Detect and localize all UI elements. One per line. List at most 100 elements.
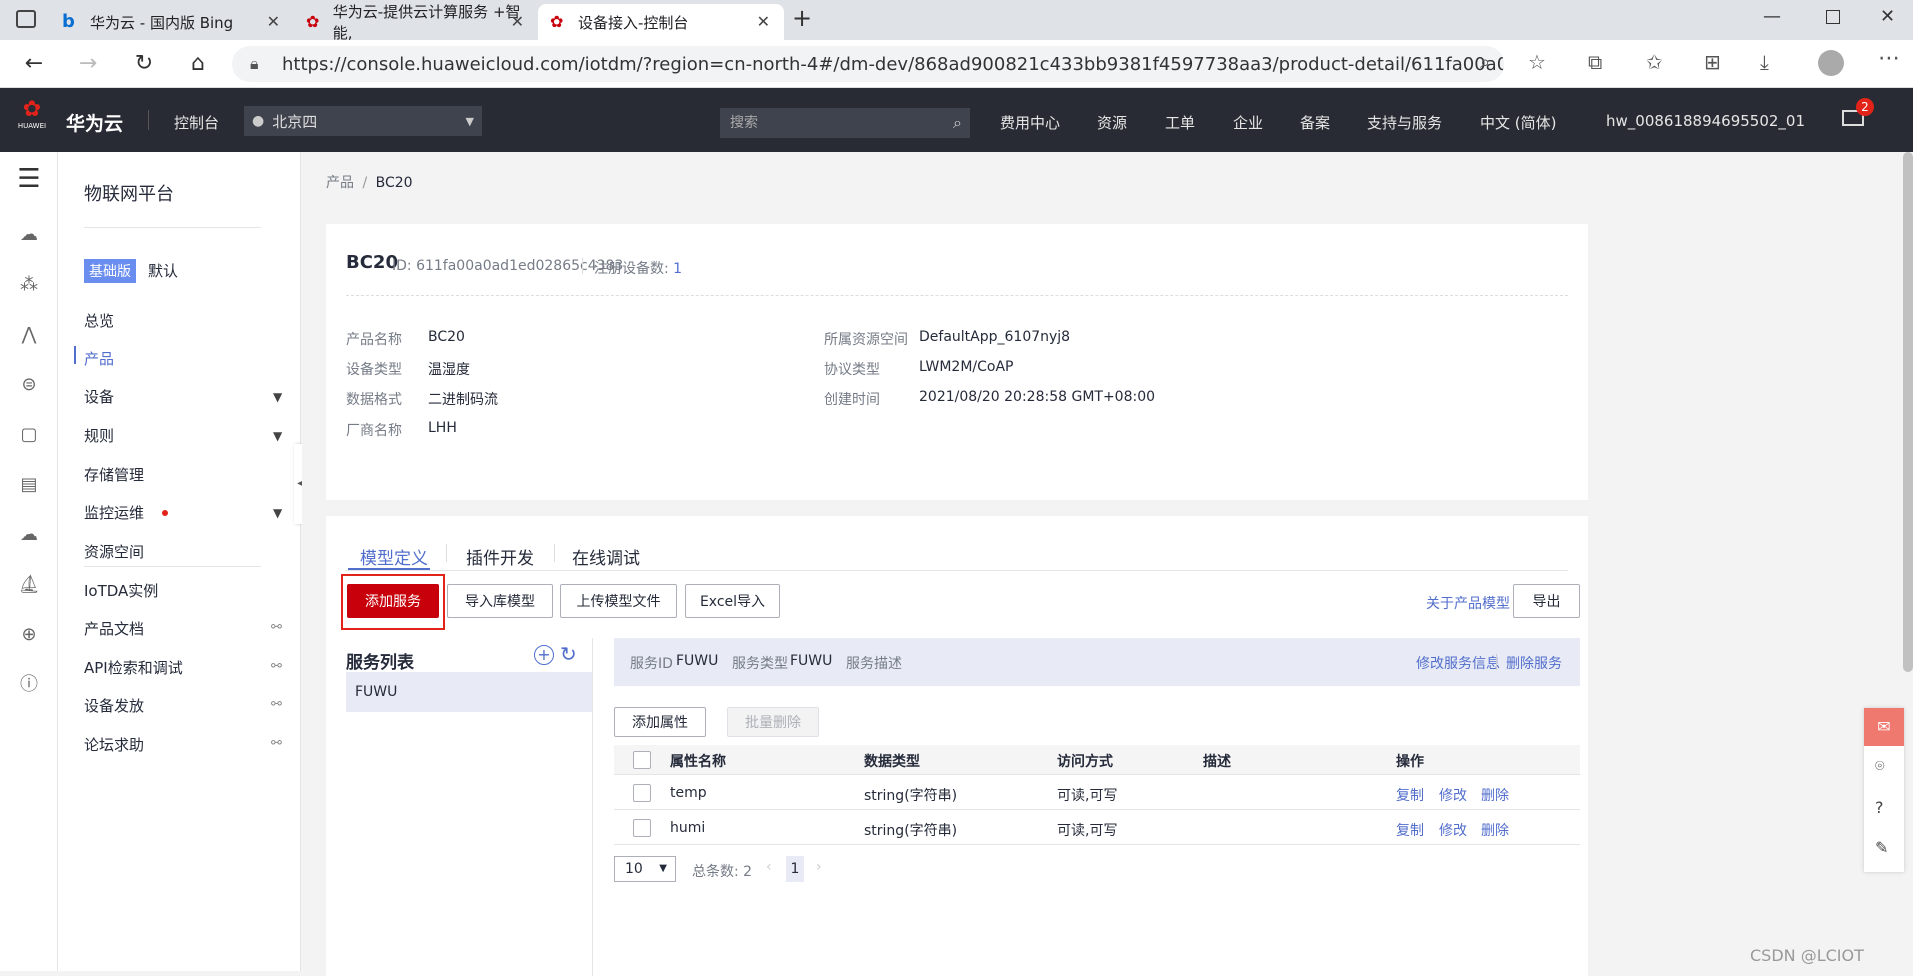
- chat-icon[interactable]: ✉: [1864, 708, 1904, 746]
- page-scrollbar[interactable]: [1903, 152, 1913, 672]
- collections-icon[interactable]: ⊞: [1704, 50, 1721, 74]
- add-property-button[interactable]: 添加属性: [614, 707, 706, 737]
- about-product-model-link[interactable]: 关于产品模型: [1426, 593, 1510, 613]
- sidebar-item-docs[interactable]: 产品文档: [84, 618, 144, 639]
- browser-tab-huaweicloud[interactable]: ✿ 华为云-提供云计算服务 +智能, ✕: [294, 3, 538, 42]
- more-icon[interactable]: ⋯: [1878, 46, 1900, 71]
- close-icon[interactable]: ✕: [511, 12, 524, 31]
- registered-count[interactable]: 1: [673, 261, 682, 277]
- console-link[interactable]: 控制台: [174, 112, 219, 133]
- list-item[interactable]: FUWU: [346, 672, 592, 712]
- feedback-icon[interactable]: ✎: [1875, 838, 1888, 857]
- ip-icon[interactable]: ⓘ: [16, 672, 42, 698]
- network-icon[interactable]: ⋀: [16, 322, 42, 348]
- back-icon[interactable]: ←: [20, 50, 48, 78]
- chevron-down-icon[interactable]: ▼: [273, 429, 282, 443]
- copy-link[interactable]: 复制: [1396, 785, 1424, 805]
- breadcrumb-parent[interactable]: 产品: [326, 175, 354, 191]
- globe-icon[interactable]: ⊕: [16, 622, 42, 648]
- import-library-model-button[interactable]: 导入库模型: [447, 584, 553, 618]
- batch-delete-button[interactable]: 批量删除: [727, 707, 819, 737]
- profile-avatar[interactable]: [1818, 50, 1844, 76]
- external-link-icon[interactable]: ⚯: [271, 659, 282, 674]
- sidebar-item-api-explorer[interactable]: API检索和调试: [84, 657, 183, 678]
- chevron-down-icon[interactable]: ▼: [273, 506, 282, 520]
- zoom-icon[interactable]: ⌕: [1480, 52, 1490, 73]
- sidebar-item-rules[interactable]: 规则: [84, 425, 114, 446]
- close-window-icon[interactable]: ✕: [1880, 6, 1895, 27]
- forward-icon[interactable]: →: [74, 50, 102, 78]
- chevron-down-icon[interactable]: ▼: [273, 390, 282, 404]
- row-checkbox[interactable]: [633, 819, 651, 837]
- nav-support[interactable]: 支持与服务: [1367, 112, 1442, 133]
- region-select[interactable]: ● 北京四 ▼: [244, 106, 482, 136]
- upload-model-file-button[interactable]: 上传模型文件: [560, 584, 677, 618]
- help-icon[interactable]: ?: [1875, 798, 1884, 817]
- sidebar-item-resource-space[interactable]: 资源空间: [84, 541, 144, 562]
- sidebar-item-forum[interactable]: 论坛求助: [84, 734, 144, 755]
- downloads-icon[interactable]: ⤓: [1760, 50, 1769, 74]
- document-icon[interactable]: ▤: [16, 472, 42, 498]
- nav-billing[interactable]: 费用中心: [1000, 112, 1060, 133]
- sidebar-item-devices[interactable]: 设备: [84, 386, 114, 407]
- brand-name[interactable]: 华为云: [66, 109, 123, 136]
- close-icon[interactable]: ✕: [267, 12, 280, 31]
- add-circle-icon[interactable]: +: [534, 645, 554, 665]
- tab-plugin-dev[interactable]: 插件开发: [466, 544, 534, 569]
- extensions-icon[interactable]: ⧉: [1588, 50, 1602, 74]
- tab-online-debug[interactable]: 在线调试: [572, 544, 640, 569]
- sidebar-item-monitoring[interactable]: 监控运维: [84, 502, 144, 523]
- search-icon[interactable]: ⌕: [953, 108, 962, 138]
- database-icon[interactable]: ⊜: [16, 372, 42, 398]
- sail-icon[interactable]: ⛵︎: [16, 572, 42, 598]
- external-link-icon[interactable]: ⚯: [271, 620, 282, 635]
- sidebar-item-provisioning[interactable]: 设备发放: [84, 695, 144, 716]
- lock-icon[interactable]: 🔒︎: [250, 54, 259, 74]
- external-link-icon[interactable]: ⚯: [271, 736, 282, 751]
- cloud-server-icon[interactable]: ☁: [16, 222, 42, 248]
- url-field[interactable]: 🔒︎ https://console.huaweicloud.com/iotdm…: [232, 46, 1504, 82]
- nav-tickets[interactable]: 工单: [1165, 112, 1195, 133]
- refresh-icon[interactable]: ↻: [560, 642, 577, 666]
- edit-link[interactable]: 修改: [1439, 785, 1467, 805]
- huawei-logo[interactable]: ✿ HUAWEI: [12, 98, 52, 142]
- storage-icon[interactable]: ▢: [16, 422, 42, 448]
- nav-enterprise[interactable]: 企业: [1233, 112, 1263, 133]
- add-service-button[interactable]: 添加服务: [347, 584, 439, 618]
- edit-service-link[interactable]: 修改服务信息: [1416, 653, 1500, 673]
- next-page-icon[interactable]: ›: [816, 859, 822, 875]
- copy-link[interactable]: 复制: [1396, 820, 1424, 840]
- close-icon[interactable]: ✕: [757, 12, 770, 31]
- nav-icp[interactable]: 备案: [1300, 112, 1330, 133]
- sidebar-item-overview[interactable]: 总览: [84, 310, 114, 331]
- support-icon[interactable]: ⌾: [1875, 756, 1885, 776]
- favorite-add-icon[interactable]: ☆: [1528, 50, 1546, 74]
- tab-actions-icon[interactable]: [16, 10, 36, 28]
- home-icon[interactable]: ⌂: [184, 50, 212, 78]
- nav-user[interactable]: hw_008618894695502_01: [1606, 112, 1805, 130]
- tab-model-definition[interactable]: 模型定义: [360, 544, 428, 569]
- excel-import-button[interactable]: Excel导入: [685, 584, 780, 618]
- browser-tab-console[interactable]: ✿ 设备接入-控制台 ✕: [538, 4, 784, 40]
- search-input[interactable]: 搜索 ⌕: [720, 108, 970, 138]
- cloud-icon[interactable]: ☁: [16, 522, 42, 548]
- sidebar-item-iotda-instance[interactable]: IoTDA实例: [84, 580, 158, 601]
- delete-service-link[interactable]: 删除服务: [1506, 653, 1562, 673]
- select-all-checkbox[interactable]: [633, 751, 651, 769]
- external-link-icon[interactable]: ⚯: [271, 697, 282, 712]
- restore-icon[interactable]: [1826, 10, 1840, 24]
- minimize-icon[interactable]: —: [1763, 6, 1781, 27]
- page-number[interactable]: 1: [786, 856, 804, 882]
- menu-icon[interactable]: ☰: [16, 166, 42, 192]
- row-checkbox[interactable]: [633, 784, 651, 802]
- favorites-icon[interactable]: ✩: [1646, 50, 1663, 74]
- delete-link[interactable]: 删除: [1481, 785, 1509, 805]
- cluster-icon[interactable]: ⁂: [16, 272, 42, 298]
- nav-language[interactable]: 中文 (简体): [1480, 112, 1556, 133]
- edit-link[interactable]: 修改: [1439, 820, 1467, 840]
- reload-icon[interactable]: ↻: [130, 50, 158, 78]
- prev-page-icon[interactable]: ‹: [766, 859, 772, 875]
- export-button[interactable]: 导出: [1513, 584, 1580, 618]
- browser-tab-bing[interactable]: b 华为云 - 国内版 Bing ✕: [50, 4, 294, 40]
- sidebar-item-storage[interactable]: 存储管理: [84, 464, 144, 485]
